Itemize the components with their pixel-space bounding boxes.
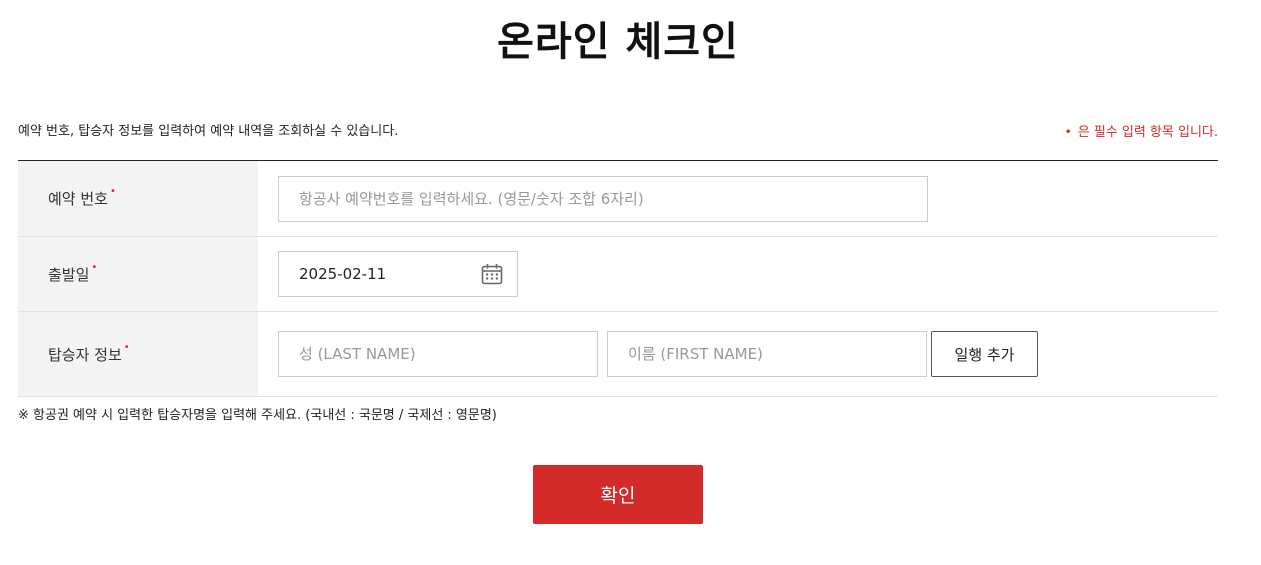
form-row-reservation: 예약 번호 • xyxy=(18,161,1218,237)
departure-label: 출발일 xyxy=(48,265,90,284)
required-dot: • xyxy=(91,261,98,273)
reservation-label: 예약 번호 xyxy=(48,190,108,208)
form-row-passenger: 탑승자 정보• 일행 추가 xyxy=(18,312,1218,397)
page-title: 온라인 체크인 xyxy=(497,19,739,65)
intro-description: 예약 번호, 탑승자 정보를 입력하여 예약 내역을 조회하실 수 있습니다. xyxy=(18,124,399,139)
reservation-number-input[interactable] xyxy=(278,175,928,222)
add-companion-button[interactable]: 일행 추가 xyxy=(931,331,1038,377)
checkin-form: 예약 번호• 출발일• 2025-02-11 xyxy=(18,160,1218,397)
confirm-button[interactable]: 확인 xyxy=(533,465,703,524)
calendar-icon[interactable] xyxy=(480,262,504,286)
last-name-input[interactable] xyxy=(278,331,598,377)
required-dot: • xyxy=(1064,125,1072,139)
required-note-text: 은 필수 입력 항목 입니다. xyxy=(1077,125,1218,140)
online-checkin-page: 온라인 체크인 예약 번호, 탑승자 정보를 입력하여 예약 내역을 조회하실 … xyxy=(0,0,1261,565)
first-name-input[interactable] xyxy=(607,331,927,377)
passenger-name-notice: ※ 항공권 예약 시 입력한 탑승자명을 입력해 주세요. (국내선 : 국문명… xyxy=(18,408,497,423)
departure-label-cell: 출발일 • xyxy=(18,237,258,311)
passenger-field-cell: 일행 추가 xyxy=(258,312,1218,396)
form-row-departure: 출발일 • 2025-02-11 xyxy=(18,237,1218,312)
required-note: • 은 필수 입력 항목 입니다. xyxy=(1065,122,1218,143)
required-dot: • xyxy=(123,341,130,353)
departure-field-cell: 2025-02-11 xyxy=(258,237,1218,311)
passenger-label: 탑승자 정보 xyxy=(48,345,122,364)
intro-row: 예약 번호, 탑승자 정보를 입력하여 예약 내역을 조회하실 수 있습니다. … xyxy=(18,122,1218,142)
reservation-field-cell xyxy=(258,161,1218,236)
departure-date-value: 2025-02-11 xyxy=(299,265,387,283)
required-dot: • xyxy=(109,186,116,197)
departure-date-input[interactable]: 2025-02-11 xyxy=(278,251,518,297)
reservation-label-cell: 예약 번호 • xyxy=(18,161,258,236)
passenger-label-cell: 탑승자 정보 • xyxy=(18,312,258,396)
